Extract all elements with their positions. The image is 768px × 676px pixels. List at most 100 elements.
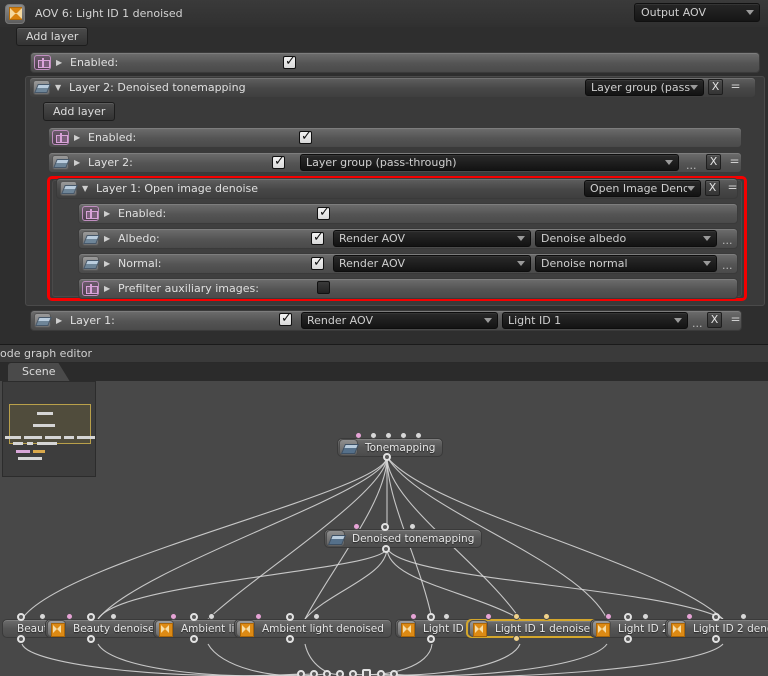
node-light-id-1-denoised[interactable]: Light ID 1 denoised — [466, 619, 606, 638]
port-denoised-tonemapping-in-0[interactable] — [353, 523, 360, 530]
layer1-source-combo[interactable]: Render AOV — [301, 312, 498, 329]
port-light-id-2-in-2[interactable] — [642, 613, 649, 620]
layer1-more-button[interactable]: ... — [692, 319, 703, 328]
expander-arrow-icon[interactable]: ▶ — [74, 159, 82, 167]
enabled-top-checkbox[interactable] — [283, 56, 296, 69]
node-graph-canvas[interactable]: Tonemapping Denoised tonemapping Beauty … — [0, 381, 768, 676]
port-ambient-light-in-0[interactable] — [170, 613, 177, 620]
normal-aov-combo[interactable]: Denoise normal — [535, 255, 717, 272]
port-light-id-2-denoised-out[interactable] — [712, 635, 720, 643]
expander-arrow-icon[interactable]: ▼ — [82, 185, 90, 193]
port-denoised-tonemapping-in-1[interactable] — [381, 523, 389, 531]
port-tonemapping-in-3[interactable] — [400, 432, 407, 439]
row-enabled-denoise[interactable]: ▶ Enabled: — [78, 203, 738, 224]
port-output-aov-in-1[interactable] — [310, 670, 318, 676]
add-layer-button-inner[interactable]: Add layer — [43, 102, 115, 121]
port-tonemapping-in-4[interactable] — [415, 432, 422, 439]
normal-checkbox[interactable] — [311, 257, 324, 270]
layer2-group-close-button[interactable]: X — [708, 79, 723, 95]
prefilter-checkbox[interactable] — [317, 281, 330, 294]
port-light-id-1-denoised-in-0[interactable] — [485, 613, 492, 620]
port-beauty-denoised-out[interactable] — [87, 635, 95, 643]
normal-source-combo[interactable]: Render AOV — [333, 255, 531, 272]
port-light-id-1-denoised-in-1[interactable] — [513, 613, 520, 620]
layer2-group-type-combo[interactable]: Layer group (pass-through) — [585, 79, 704, 96]
port-light-id-2-denoised-in-1[interactable] — [712, 613, 720, 621]
expander-arrow-icon[interactable]: ▶ — [104, 210, 112, 218]
port-tonemapping-in-1[interactable] — [370, 432, 377, 439]
albedo-more-button[interactable]: ... — [722, 236, 733, 245]
port-light-id-1-in-0[interactable] — [410, 613, 417, 620]
port-tonemapping-in-0[interactable] — [355, 432, 362, 439]
port-light-id-1-in-1[interactable] — [427, 613, 435, 621]
enabled-denoise-checkbox[interactable] — [317, 207, 330, 220]
expander-arrow-icon[interactable]: ▶ — [104, 285, 112, 293]
port-beauty-denoised-in-2[interactable] — [110, 613, 117, 620]
layer1-checkbox[interactable] — [279, 313, 292, 326]
albedo-checkbox[interactable] — [311, 232, 324, 245]
layer2-menu-button[interactable]: = — [727, 154, 742, 170]
port-ambient-light-in-2[interactable] — [208, 613, 215, 620]
normal-more-button[interactable]: ... — [722, 261, 733, 270]
expander-arrow-icon[interactable]: ▶ — [56, 317, 64, 325]
expander-arrow-icon[interactable]: ▶ — [104, 235, 112, 243]
port-ambient-light-denoised-in-2[interactable] — [313, 613, 320, 620]
port-light-id-2-in-0[interactable] — [605, 613, 612, 620]
expander-arrow-icon[interactable]: ▼ — [55, 84, 63, 92]
port-light-id-2-out[interactable] — [624, 635, 632, 643]
port-light-id-1-denoised-out[interactable] — [513, 635, 520, 642]
add-layer-button-outer[interactable]: Add layer — [16, 27, 88, 46]
enabled-inner-checkbox[interactable] — [299, 131, 312, 144]
port-output-aov-in-3[interactable] — [336, 670, 344, 676]
layer1-aov-combo[interactable]: Light ID 1 — [502, 312, 688, 329]
node-beauty-denoised[interactable]: Beauty denoised — [45, 619, 169, 638]
layer2-checkbox[interactable] — [272, 156, 285, 169]
port-ambient-light-out[interactable] — [190, 635, 198, 643]
expander-arrow-icon[interactable]: ▶ — [104, 260, 112, 268]
port-light-id-1-in-2[interactable] — [443, 613, 450, 620]
port-tonemapping-in-2[interactable] — [385, 432, 392, 439]
node-light-id-2[interactable]: Light ID 2 — [590, 619, 677, 638]
port-beauty-in-2[interactable] — [39, 613, 46, 620]
port-output-aov-in-0[interactable] — [297, 670, 305, 676]
port-output-aov-in-2[interactable] — [323, 670, 331, 676]
row-enabled-inner[interactable]: ▶ Enabled: — [48, 127, 742, 148]
aov-type-combo[interactable]: Output AOV — [634, 3, 760, 22]
port-ambient-light-denoised-out[interactable] — [286, 635, 294, 643]
tab-scene[interactable]: Scene — [8, 363, 70, 381]
port-output-aov-in-4[interactable] — [349, 670, 357, 676]
port-beauty-out[interactable] — [17, 635, 25, 643]
port-beauty-denoised-in-1[interactable] — [87, 613, 95, 621]
layer2-close-button[interactable]: X — [706, 154, 721, 170]
port-tonemapping-out[interactable] — [383, 453, 391, 461]
port-light-id-2-denoised-in-2[interactable] — [740, 613, 747, 620]
navigator-minimap[interactable] — [2, 381, 96, 477]
port-light-id-1-denoised-in-2[interactable] — [543, 613, 550, 620]
layer1-close-button[interactable]: X — [707, 312, 722, 328]
denoise-close-button[interactable]: X — [705, 180, 720, 196]
albedo-source-combo[interactable]: Render AOV — [333, 230, 531, 247]
port-light-id-2-denoised-in-0[interactable] — [686, 613, 693, 620]
port-output-aov-in-5-selected[interactable] — [362, 669, 371, 676]
port-denoised-tonemapping-in-2[interactable] — [409, 523, 416, 530]
layer2-more-button[interactable]: ... — [686, 161, 697, 170]
layer1-menu-button[interactable]: = — [728, 312, 743, 328]
node-denoised-tonemapping[interactable]: Denoised tonemapping — [324, 529, 482, 548]
port-ambient-light-denoised-in-1[interactable] — [286, 613, 294, 621]
row-prefilter-auxiliary-images[interactable]: ▶ Prefilter auxiliary images: — [78, 278, 738, 299]
expander-arrow-icon[interactable]: ▶ — [56, 59, 64, 67]
port-beauty-in[interactable] — [17, 613, 25, 621]
denoise-type-combo[interactable]: Open Image Denoise — [584, 180, 701, 197]
albedo-aov-combo[interactable]: Denoise albedo — [535, 230, 717, 247]
port-output-aov-in-6[interactable] — [377, 670, 385, 676]
port-beauty-denoised-in-0[interactable] — [66, 613, 73, 620]
port-ambient-light-denoised-in-0[interactable] — [255, 613, 262, 620]
port-ambient-light-in-1[interactable] — [190, 613, 198, 621]
denoise-menu-button[interactable]: = — [725, 180, 740, 196]
port-denoised-tonemapping-out[interactable] — [382, 545, 390, 553]
row-enabled-top[interactable]: ▶ Enabled: — [30, 52, 760, 73]
layer2-type-combo[interactable]: Layer group (pass-through) — [300, 154, 679, 171]
expander-arrow-icon[interactable]: ▶ — [74, 134, 82, 142]
node-ambient-light-denoised[interactable]: Ambient light denoised — [234, 619, 392, 638]
port-light-id-1-out[interactable] — [427, 635, 435, 643]
